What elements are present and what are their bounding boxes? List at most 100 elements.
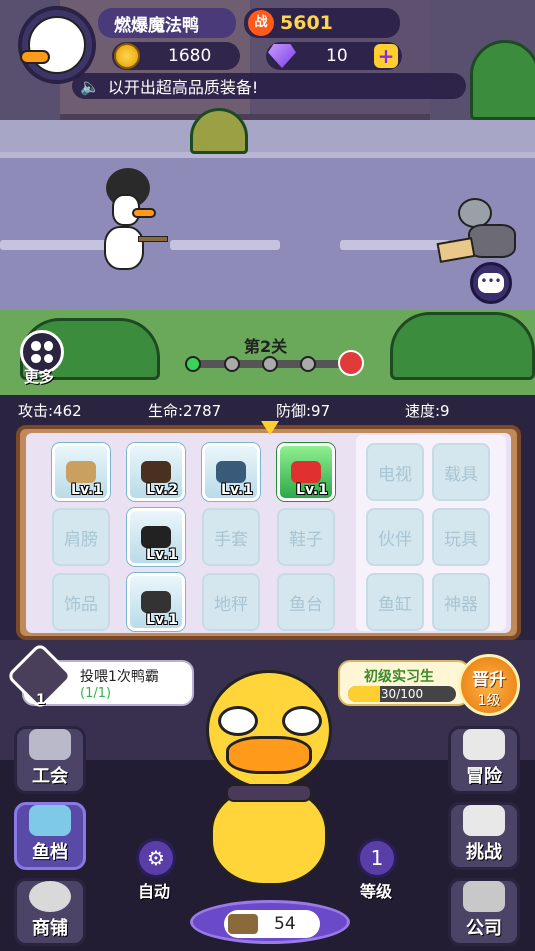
item-level: Lv.1 <box>146 612 178 628</box>
empty-equipment-slot[interactable]: 鱼台 <box>277 573 335 631</box>
locked-slot-label: 电视 <box>378 464 412 485</box>
power-icon: 战 <box>248 10 274 36</box>
empty-equipment-slot[interactable]: 鞋子 <box>277 508 335 566</box>
auto-label: 自动 <box>138 882 171 901</box>
promote-level: 1级 <box>477 693 501 709</box>
road-marking <box>0 240 110 250</box>
equipment-panel: Lv.1 Lv.2 Lv.1 Lv.1 肩膀 Lv.1 手套 鞋子饰品 Lv.1 地秤 鱼台 电视 载具… <box>16 421 521 640</box>
locked-slot[interactable]: 载具 <box>432 443 490 501</box>
equipment-slot[interactable]: Lv.1 <box>277 443 335 501</box>
locked-slot[interactable]: 神器 <box>432 573 490 631</box>
shop-button[interactable]: 商铺 <box>14 878 86 946</box>
bush <box>390 312 535 380</box>
empty-equipment-slot[interactable]: 手套 <box>202 508 260 566</box>
coin-icon <box>114 43 140 69</box>
gem-icon <box>268 44 296 68</box>
empty-equipment-slot[interactable]: 地秤 <box>202 573 260 631</box>
equipment-slot[interactable]: Lv.1 <box>202 443 260 501</box>
tree <box>470 40 535 120</box>
stage-dot <box>300 356 316 372</box>
chat-button[interactable]: ••• <box>470 262 512 304</box>
fighter-icon <box>463 805 505 836</box>
locked-slot[interactable]: 电视 <box>366 443 424 501</box>
empty-equipment-slot[interactable]: 肩膀 <box>52 508 110 566</box>
equipment-slot[interactable]: Lv.1 <box>127 573 185 631</box>
challenge-button[interactable]: 挑战 <box>448 802 520 870</box>
more-label: 更多 <box>24 368 55 386</box>
empty-equipment-slot[interactable]: 饰品 <box>52 573 110 631</box>
locked-slot-label: 玩具 <box>444 529 478 550</box>
power-value: 5601 <box>280 12 333 34</box>
company-button[interactable]: 公司 <box>448 878 520 946</box>
enemy-rat <box>436 198 524 268</box>
main-duck[interactable] <box>196 660 342 910</box>
belt-icon <box>141 526 171 548</box>
equipment-slot[interactable]: Lv.2 <box>127 443 185 501</box>
locked-slot-label: 鱼缸 <box>378 594 412 615</box>
stats-bar: 攻击:462 生命:2787 防御:97 速度:9 <box>0 396 535 424</box>
armor-icon <box>216 461 246 483</box>
notice-bar: 🔈 以开出超高品质装备! <box>72 73 466 99</box>
gear-icon: ⚙ <box>147 846 165 870</box>
rank-title: 初级实习生 <box>364 669 434 685</box>
fish-stall-button[interactable]: 鱼档 <box>14 802 86 870</box>
slot-label: 鱼台 <box>289 594 323 615</box>
equipment-slot[interactable]: Lv.1 <box>127 508 185 566</box>
duck-avatar-icon <box>20 16 86 74</box>
slot-label: 地秤 <box>214 594 248 615</box>
stage-label: 第2关 <box>244 337 288 356</box>
challenge-label: 挑战 <box>466 842 502 863</box>
add-gems-button[interactable]: + <box>374 44 398 68</box>
hp-stat: 生命:2787 <box>148 402 222 420</box>
level-label: 等级 <box>360 882 393 901</box>
player-duck <box>98 168 168 276</box>
fish-count: 54 <box>274 914 296 934</box>
fish-icon <box>29 805 71 836</box>
quest-count: 1 <box>36 692 46 708</box>
stage-dot <box>224 356 240 372</box>
rifle-icon <box>66 461 96 483</box>
adventure-button[interactable]: 冒险 <box>448 726 520 794</box>
guild-button[interactable]: 工会 <box>14 726 86 794</box>
rank-card: 初级实习生 30/100 <box>338 660 470 706</box>
grid-icon <box>31 341 53 363</box>
mask-icon <box>141 591 171 613</box>
clock-icon <box>29 881 71 912</box>
shop-label: 商铺 <box>32 918 68 939</box>
auto-button[interactable]: ⚙ <box>136 838 176 878</box>
fish-counter-pill: 54 <box>224 910 320 938</box>
crown-icon <box>29 729 71 760</box>
fish-crate-icon <box>228 914 258 934</box>
gem-count: 10 <box>326 46 348 66</box>
promote-label: 晋升 <box>472 670 506 690</box>
company-label: 公司 <box>466 918 502 939</box>
speaker-icon: 🔈 <box>80 76 100 96</box>
coin-count: 1680 <box>168 46 212 66</box>
defense-stat: 防御:97 <box>276 402 331 420</box>
computer-icon <box>463 881 505 912</box>
wig-icon <box>141 461 171 483</box>
slot-label: 饰品 <box>64 594 98 615</box>
equipment-slot[interactable]: Lv.1 <box>52 443 110 501</box>
level-button[interactable]: 1 <box>357 838 397 878</box>
speed-stat: 速度:9 <box>405 402 450 420</box>
slot-label: 手套 <box>214 529 248 550</box>
slot-label: 肩膀 <box>64 529 98 550</box>
power-bar: 战 5601 <box>244 8 400 38</box>
stage-dot-current <box>185 356 201 372</box>
chat-bubble-icon: ••• <box>478 273 504 293</box>
item-level: Lv.1 <box>146 547 178 563</box>
locked-slot-label: 伙伴 <box>378 529 412 550</box>
locked-slot[interactable]: 伙伴 <box>366 508 424 566</box>
necklace-icon <box>291 461 321 483</box>
locked-slot[interactable]: 玩具 <box>432 508 490 566</box>
boss-stage-icon <box>338 350 364 376</box>
quest-text: 投喂1次鸭霸 <box>80 669 159 685</box>
level-value: 1 <box>370 846 384 870</box>
attack-stat: 攻击:462 <box>18 402 82 420</box>
item-level: Lv.1 <box>71 482 103 498</box>
fish-stall-label: 鱼档 <box>32 842 68 863</box>
slot-label: 鞋子 <box>289 529 323 550</box>
locked-slot[interactable]: 鱼缸 <box>366 573 424 631</box>
promote-button[interactable]: 晋升 1级 <box>458 654 520 716</box>
